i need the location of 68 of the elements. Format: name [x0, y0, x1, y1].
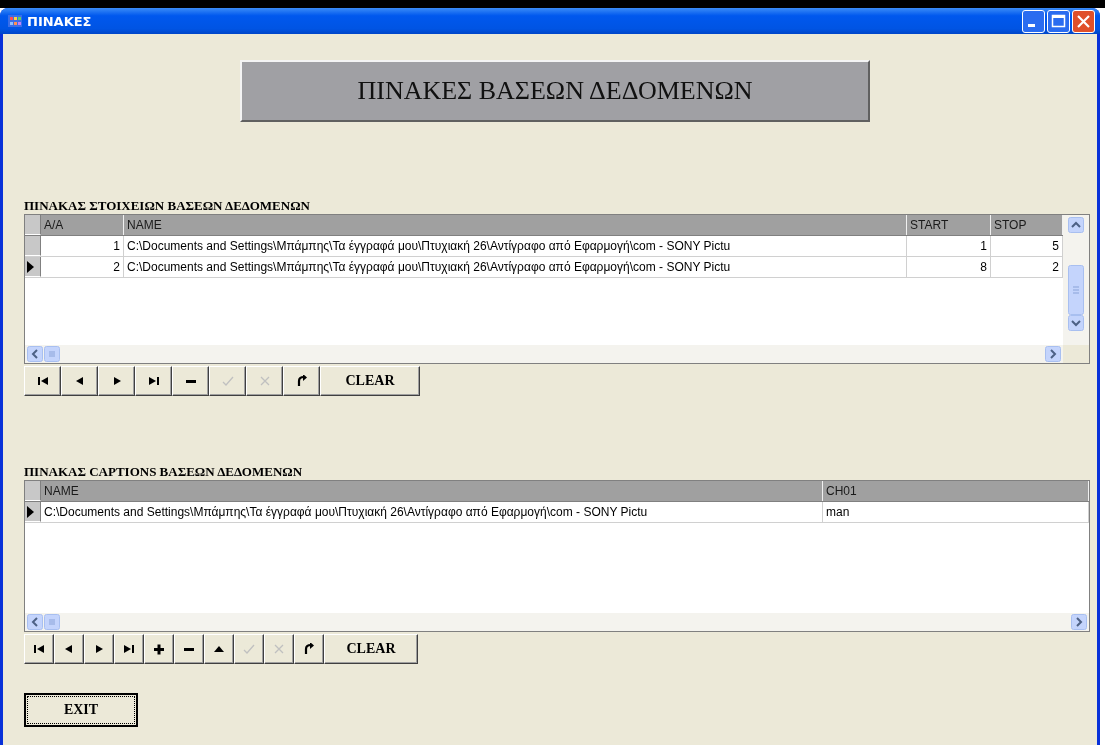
row-indicator[interactable] [25, 257, 41, 277]
scroll-right-icon [1045, 346, 1061, 362]
app-icon [8, 15, 22, 27]
scroll-left-icon [27, 614, 43, 630]
table-cell: 2 [41, 257, 124, 277]
window-title: ΠΙΝΑΚΕΣ [27, 13, 93, 29]
row-indicator[interactable] [25, 502, 41, 522]
refresh-icon [303, 643, 315, 655]
last-button[interactable] [114, 634, 144, 664]
table-cell: 1 [41, 236, 124, 256]
table-cell: C:\Documents and Settings\Μπάμπης\Τα έγγραφά μου\Πτυχιακή 26\Αντίγραφο από Εφαρμογή\com - SONY Pictu [124, 257, 907, 277]
next-button[interactable] [98, 366, 135, 396]
table-cell: C:\Documents and Settings\Μπάμπης\Τα έγγραφά μου\Πτυχιακή 26\Αντίγραφο από Εφαρμογή\com - SONY Pictu [41, 502, 823, 522]
previous-icon [63, 643, 75, 655]
last-record-icon [123, 643, 135, 655]
insert-button[interactable] [144, 634, 174, 664]
last-record-icon [147, 375, 160, 387]
table-cell: 1 [907, 236, 991, 256]
current-row-icon [27, 260, 34, 273]
scroll-down-icon [1068, 315, 1084, 331]
refresh-icon [295, 375, 308, 387]
delete-button[interactable] [174, 634, 204, 664]
clear-button[interactable]: CLEAR [320, 366, 420, 396]
minimize-icon [1028, 23, 1035, 27]
horizontal-scrollbar[interactable] [25, 345, 1063, 363]
refresh-button[interactable] [294, 634, 324, 664]
column-header[interactable]: CH01 [823, 481, 1089, 501]
next-button[interactable] [84, 634, 114, 664]
column-header[interactable]: NAME [124, 215, 907, 235]
close-button[interactable] [1072, 9, 1095, 33]
first-record-icon [33, 643, 45, 655]
cross-icon [273, 643, 285, 655]
scroll-left-icon [27, 346, 43, 362]
first-button[interactable] [24, 634, 54, 664]
table-cell: C:\Documents and Settings\Μπάμπης\Τα έγγραφά μου\Πτυχιακή 26\Αντίγραφο από Εφαρμογή\com - SONY Pictu [124, 236, 907, 256]
vertical-scrollbar[interactable] [1063, 215, 1089, 345]
check-icon [221, 375, 234, 387]
refresh-button[interactable] [283, 366, 320, 396]
scroll-thumb-icon [44, 614, 60, 630]
horizontal-scrollbar[interactable] [25, 613, 1089, 631]
edit-button[interactable] [204, 634, 234, 664]
plus-icon [153, 643, 165, 655]
scroll-thumb-icon [1068, 265, 1084, 315]
scroll-up-icon [1068, 217, 1084, 233]
minimize-button[interactable] [1022, 9, 1045, 33]
column-header[interactable]: START [907, 215, 991, 235]
cross-icon [258, 375, 271, 387]
previous-button[interactable] [61, 366, 98, 396]
banner-title: ΠΙΝΑΚΕΣ ΒΑΣΕΩΝ ΔΕΔΟΜΕΝΩΝ [240, 60, 870, 122]
maximize-button[interactable] [1047, 9, 1070, 33]
scroll-right-icon [1071, 614, 1087, 630]
scroll-thumb-icon [44, 346, 60, 362]
column-header[interactable]: NAME [41, 481, 823, 501]
current-row-icon [27, 505, 34, 518]
check-icon [243, 643, 255, 655]
column-header[interactable]: A/A [41, 215, 124, 235]
first-button[interactable] [24, 366, 61, 396]
next-icon [93, 643, 105, 655]
exit-button[interactable]: EXIT [24, 693, 138, 727]
table-cell: 8 [907, 257, 991, 277]
section-label: ΠΙΝΑΚΑΣ ΣΤΟΙΧΕΙΩΝ ΒΑΣΕΩΝ ΔΕΔΟΜΕΝΩΝ [24, 198, 310, 214]
table-cell: man [823, 502, 1089, 522]
section-label: ΠΙΝΑΚΑΣ CAPTIONS ΒΑΣΕΩΝ ΔΕΔΟΜΕΝΩΝ [24, 464, 303, 480]
first-record-icon [36, 375, 49, 387]
last-button[interactable] [135, 366, 172, 396]
delete-button[interactable] [172, 366, 209, 396]
clear-button[interactable]: CLEAR [324, 634, 418, 664]
previous-button[interactable] [54, 634, 84, 664]
